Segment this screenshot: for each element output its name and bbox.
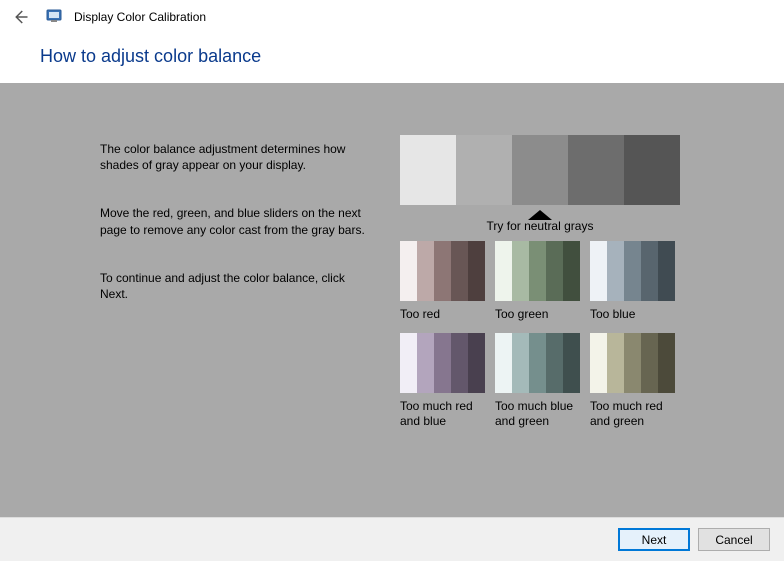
swatch-shade: [512, 333, 529, 393]
gray-shade: [624, 135, 680, 205]
neutral-label: Try for neutral grays: [400, 219, 680, 233]
window-title: Display Color Calibration: [74, 10, 206, 24]
swatch-shade: [546, 241, 563, 301]
example-label: Too green: [495, 307, 580, 321]
content-body: The color balance adjustment determines …: [0, 83, 784, 517]
swatch-shade: [641, 241, 658, 301]
swatch-shade: [512, 241, 529, 301]
swatch-shade: [495, 333, 512, 393]
example-swatch: [495, 241, 580, 301]
example-swatch: [400, 333, 485, 393]
titlebar: Display Color Calibration: [0, 0, 784, 34]
swatch-shade: [468, 333, 485, 393]
app-icon: [46, 8, 62, 27]
example-swatch: [590, 333, 675, 393]
swatch-shade: [529, 333, 546, 393]
swatch-shade: [590, 333, 607, 393]
swatch-shade: [546, 333, 563, 393]
swatch-shade: [624, 333, 641, 393]
swatch-shade: [607, 241, 624, 301]
swatch-shade: [400, 241, 417, 301]
swatch-shade: [451, 333, 468, 393]
gray-shade: [456, 135, 512, 205]
swatch-shade: [563, 241, 580, 301]
example-label: Too much blue and green: [495, 399, 580, 428]
swatch-shade: [607, 333, 624, 393]
swatch-shade: [658, 241, 675, 301]
example-label: Too much red and blue: [400, 399, 485, 428]
swatch-shade: [495, 241, 512, 301]
example-swatch: [400, 241, 485, 301]
swatch-shade: [417, 241, 434, 301]
swatch-shade: [563, 333, 580, 393]
example-label: Too blue: [590, 307, 675, 321]
example-swatch: [590, 241, 675, 301]
content-header: How to adjust color balance: [0, 34, 784, 83]
swatch-shade: [590, 241, 607, 301]
instruction-para-3: To continue and adjust the color balance…: [100, 270, 375, 302]
instruction-para-1: The color balance adjustment determines …: [100, 141, 375, 173]
example-label: Too red: [400, 307, 485, 321]
swatch-shade: [451, 241, 468, 301]
swatch-shade: [400, 333, 417, 393]
gray-shade: [568, 135, 624, 205]
swatch-shade: [658, 333, 675, 393]
swatch-shade: [624, 241, 641, 301]
footer: Next Cancel: [0, 517, 784, 561]
example-swatch: [495, 333, 580, 393]
swatch-shade: [641, 333, 658, 393]
examples-column: Try for neutral grays Too redToo greenTo…: [400, 135, 690, 434]
back-button[interactable]: [8, 5, 32, 29]
neutral-gray-bar: [400, 135, 680, 205]
cancel-button[interactable]: Cancel: [698, 528, 770, 551]
swatch-shade: [529, 241, 546, 301]
example-grid: Too red Too green Too blue Too much red and…: [400, 241, 685, 434]
swatch-shade: [417, 333, 434, 393]
page-title: How to adjust color balance: [40, 46, 744, 67]
next-button[interactable]: Next: [618, 528, 690, 551]
swatch-shade: [434, 241, 451, 301]
instruction-column: The color balance adjustment determines …: [100, 141, 375, 334]
gray-shade: [512, 135, 568, 205]
gray-shade: [400, 135, 456, 205]
swatch-shade: [434, 333, 451, 393]
swatch-shade: [468, 241, 485, 301]
instruction-para-2: Move the red, green, and blue sliders on…: [100, 205, 375, 237]
example-label: Too much red and green: [590, 399, 675, 428]
